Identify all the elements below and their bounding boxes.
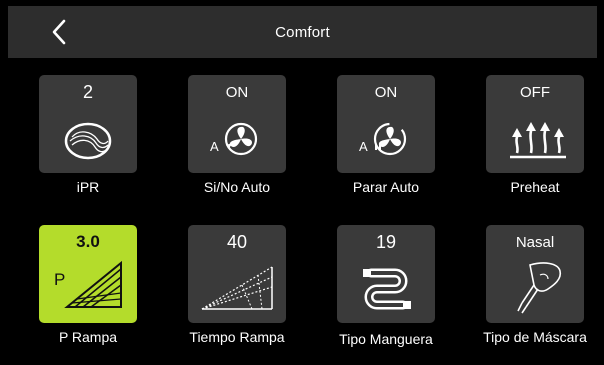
page-title: Comfort [275,23,330,41]
pressure-ramp-icon: P [54,260,122,308]
tile-label-si-no-auto: Si/No Auto [203,179,271,195]
tile-tipo-mascara[interactable]: Nasal [486,225,584,323]
tile-ipr[interactable]: 2 [39,75,137,173]
tile-parar-auto[interactable]: ON A [337,75,435,173]
tile-label-p-rampa: P Rampa [58,329,118,345]
tile-tiempo-rampa[interactable]: 40 [188,225,286,323]
chevron-left-icon[interactable] [48,18,72,46]
ipr-icon [64,122,112,160]
auto-letter: A [359,139,368,154]
tile-p-rampa[interactable]: 3.0 P [39,225,137,323]
mask-icon [517,262,562,314]
ramp-letter: P [54,270,65,289]
tile-tipo-manguera[interactable]: 19 [337,225,435,323]
hose-icon [363,268,411,310]
ramp-time-icon [201,266,273,310]
tile-label-preheat: Preheat [510,179,560,195]
auto-letter: A [210,139,219,154]
tile-si-no-auto[interactable]: ON A [188,75,286,173]
tile-label-ipr: iPR [76,179,100,195]
preheat-icon [510,122,566,159]
tile-label-tipo-mascara: Tipo de Máscara [483,329,587,345]
tile-label-parar-auto: Parar Auto [352,179,420,195]
auto-fan-icon: A [210,122,258,156]
tile-label-tipo-manguera: Tipo Manguera [339,331,433,347]
header-bar: Comfort [8,6,597,58]
comfort-screen: Comfort 2 iPR ON A Si/No Auto ON A Parar… [8,6,597,358]
auto-stop-fan-icon: A [359,122,407,156]
tile-preheat[interactable]: OFF [486,75,584,173]
tile-label-tiempo-rampa: Tiempo Rampa [189,329,285,345]
